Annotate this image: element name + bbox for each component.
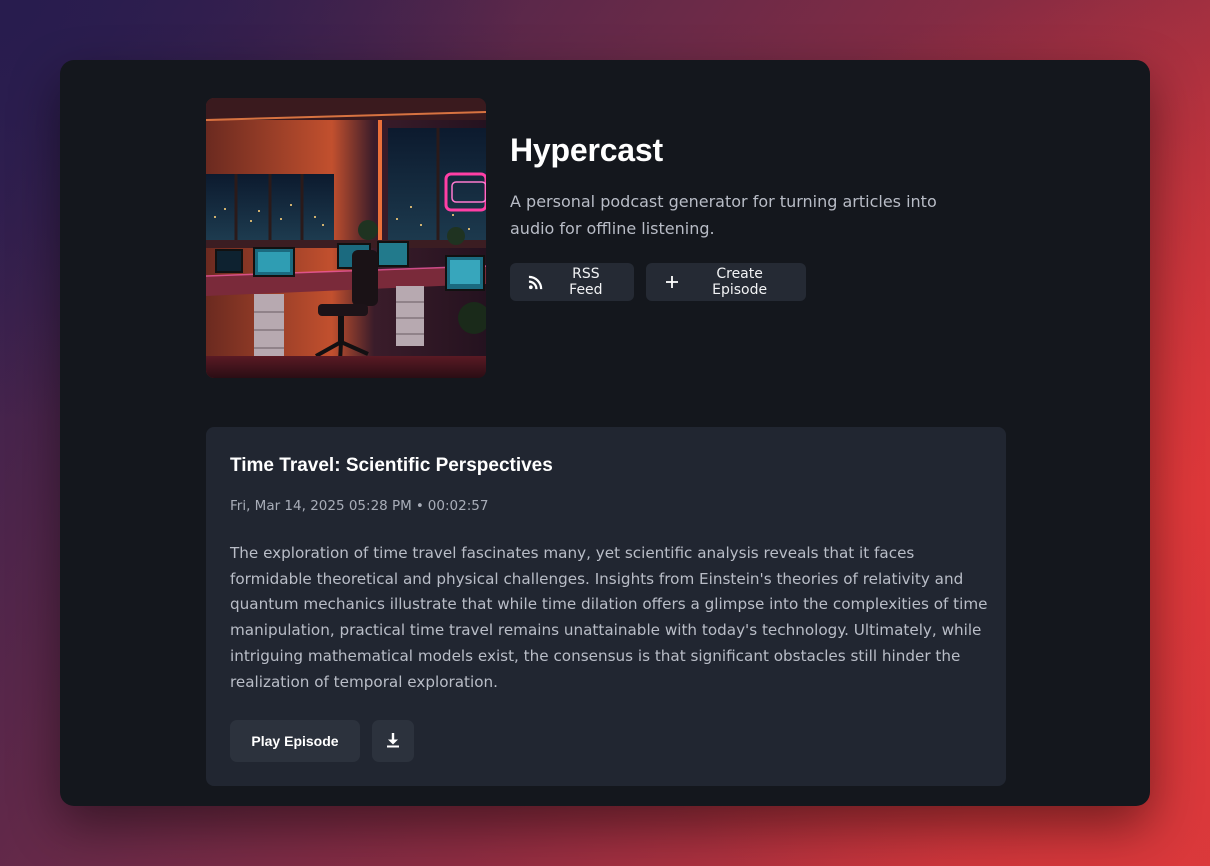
rss-feed-button[interactable]: RSS Feed	[510, 263, 634, 301]
podcast-title: Hypercast	[510, 132, 663, 168]
download-button[interactable]	[372, 720, 414, 762]
podcast-description: A personal podcast generator for turning…	[510, 192, 937, 238]
podcast-cover-image	[206, 98, 486, 378]
episode-meta: Fri, Mar 14, 2025 05:28 PM • 00:02:57	[230, 498, 488, 514]
app-window: Hypercast A personal podcast generator f…	[60, 60, 1150, 806]
episode-description: The exploration of time travel fascinate…	[230, 544, 988, 691]
meta-separator: •	[415, 498, 424, 514]
episode-duration: 00:02:57	[427, 498, 489, 514]
episode-date: Fri, Mar 14, 2025 05:28 PM	[230, 498, 412, 514]
rss-icon	[528, 274, 544, 290]
rss-feed-label: RSS Feed	[569, 266, 603, 298]
download-icon	[385, 732, 401, 751]
play-episode-button[interactable]: Play Episode	[230, 720, 360, 762]
create-episode-label: Create Episode	[712, 266, 768, 298]
episode-card: Time Travel: Scientific Perspectives Fri…	[206, 427, 1006, 786]
create-episode-button[interactable]: Create Episode	[646, 263, 806, 301]
episode-title: Time Travel: Scientific Perspectives	[230, 455, 553, 476]
plus-icon	[664, 274, 679, 290]
